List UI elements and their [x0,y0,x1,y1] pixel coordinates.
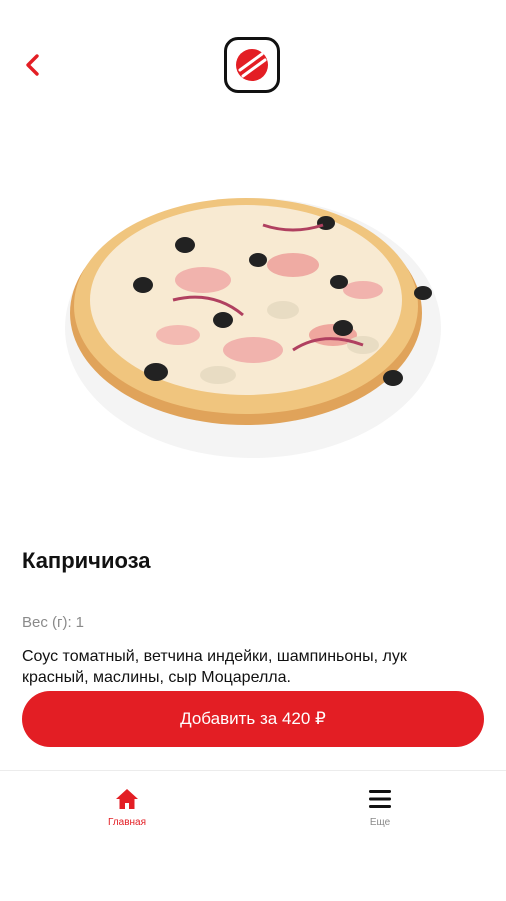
brand-logo [224,37,280,93]
product-weight: Вес (г): 1 [22,614,84,631]
product-title: Капричиоза [22,548,151,573]
brand-logo-icon [236,49,268,81]
pizza-image [65,198,441,458]
bottom-nav: Главная Еще [0,770,506,901]
menu-icon [369,790,391,808]
weight-value: 1 [75,614,84,631]
product-image [40,135,466,505]
nav-item-label: Еще [369,817,391,828]
nav-item-home[interactable]: Главная [77,787,177,828]
weight-label: Вес (г): [22,614,72,631]
nav-item-more[interactable]: Еще [330,787,430,828]
back-button[interactable] [16,48,50,82]
add-to-cart-button[interactable]: Добавить за 420 ₽ [22,691,484,747]
home-icon [116,789,138,809]
nav-item-label: Главная [107,817,147,828]
header [0,0,506,130]
product-description: Соус томатный, ветчина индейки, шампиньо… [22,648,407,686]
chevron-left-icon [26,54,39,76]
